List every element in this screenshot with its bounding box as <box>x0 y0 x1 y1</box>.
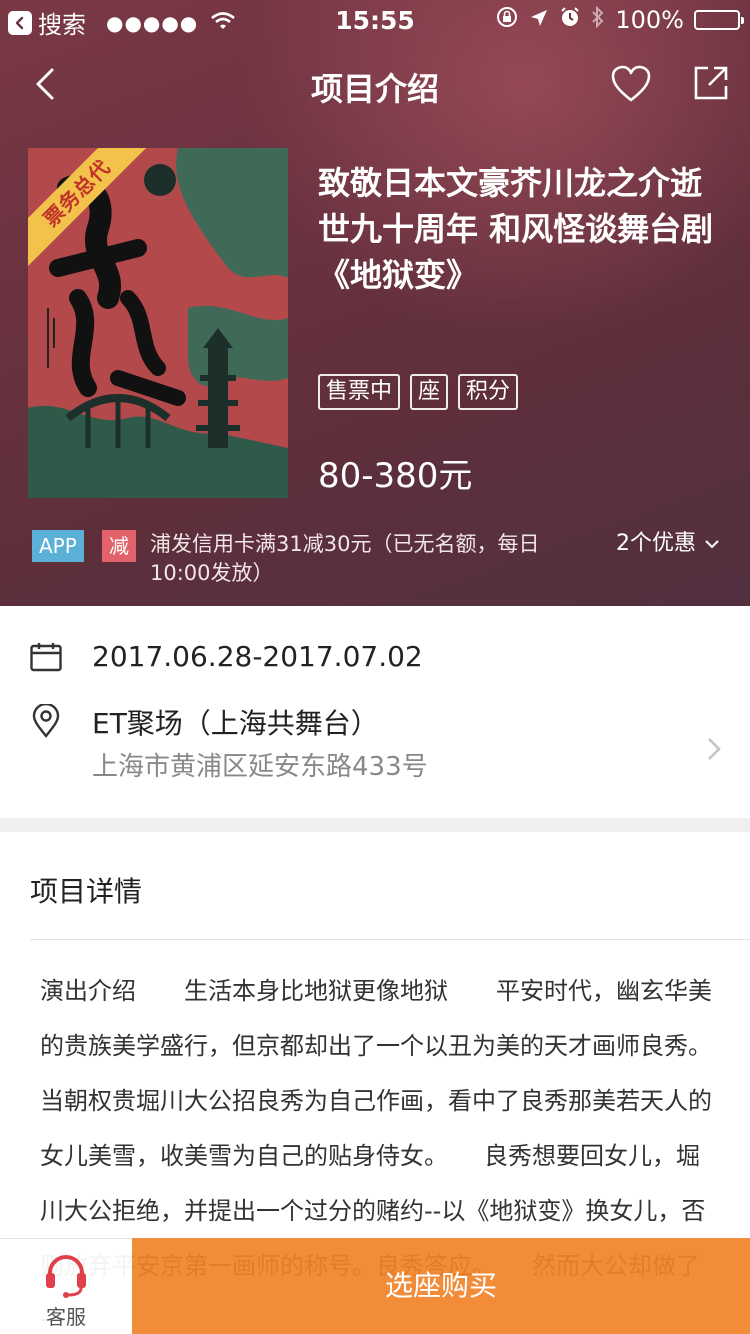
bluetooth-icon <box>591 5 605 35</box>
event-poster[interactable]: 票务总代 <box>28 148 288 498</box>
price-range: 80-380元 <box>318 456 473 496</box>
status-left: 搜索 ●●●●● <box>8 5 236 40</box>
back-button[interactable] <box>28 64 68 104</box>
date-row: 2017.06.28-2017.07.02 <box>0 636 750 680</box>
tag-points: 积分 <box>458 374 519 410</box>
venue-row[interactable]: ET聚场（上海共舞台） 上海市黄浦区延安东路433号 <box>0 702 750 792</box>
signal-strength: ●●●●● <box>106 10 199 35</box>
bottom-bar: 客服 选座购买 <box>0 1238 750 1334</box>
promo-count-label: 2个优惠 <box>616 531 696 556</box>
tag-seat: 座 <box>410 374 449 410</box>
battery-icon <box>694 10 744 30</box>
chevron-right-icon <box>708 738 721 760</box>
section-divider <box>0 818 750 832</box>
status-right: 100% <box>495 5 744 35</box>
event-date: 2017.06.28-2017.07.02 <box>92 640 423 673</box>
chevron-left-icon <box>36 68 54 100</box>
detail-title: 项目详情 <box>30 875 143 908</box>
headset-icon <box>46 1255 86 1298</box>
favorite-button[interactable] <box>610 64 652 104</box>
promo-count-toggle[interactable]: 2个优惠 <box>616 530 720 558</box>
detail-divider <box>30 939 750 940</box>
event-tags: 售票中 座 积分 <box>318 374 519 410</box>
location-arrow-icon <box>529 6 549 34</box>
calendar-icon <box>30 643 62 672</box>
back-to-app-icon[interactable] <box>8 10 32 35</box>
orientation-lock-icon <box>495 5 519 35</box>
discount-badge: 减 <box>102 530 136 562</box>
customer-service-label: 客服 <box>46 1305 86 1329</box>
location-pin-icon <box>32 704 60 738</box>
customer-service-button[interactable]: 客服 <box>0 1238 132 1334</box>
heart-icon <box>611 65 651 102</box>
promo-row[interactable]: APP 减 浦发信用卡满31减30元（已无名额，每日10:00发放） 2个优惠 <box>32 530 732 590</box>
status-bar: 搜索 ●●●●● 15:55 100% <box>0 0 750 40</box>
nav-bar: 项目介绍 <box>0 52 750 116</box>
alarm-icon <box>559 6 581 34</box>
battery-percent: 100% <box>615 6 684 34</box>
tag-on-sale: 售票中 <box>318 374 401 410</box>
chevron-down-icon <box>705 540 719 549</box>
venue-address: 上海市黄浦区延安东路433号 <box>92 752 428 782</box>
carrier-label[interactable]: 搜索 <box>38 5 86 40</box>
event-info: 2017.06.28-2017.07.02 ET聚场（上海共舞台） 上海市黄浦区… <box>0 606 750 818</box>
app-badge: APP <box>32 530 84 562</box>
promo-text: 浦发信用卡满31减30元（已无名额，每日10:00发放） <box>150 532 540 585</box>
wifi-icon <box>210 8 236 38</box>
venue-name: ET聚场（上海共舞台） <box>92 707 379 740</box>
share-icon <box>694 66 728 100</box>
share-button[interactable] <box>692 64 730 102</box>
event-hero: 搜索 ●●●●● 15:55 100% 项目介绍 票务总代 致敬日本文豪芥川龙之… <box>0 0 750 606</box>
event-title: 致敬日本文豪芥川龙之介逝世九十周年 和风怪谈舞台剧《地狱变》 <box>318 164 714 294</box>
select-seat-buy-button[interactable]: 选座购买 <box>132 1238 750 1334</box>
